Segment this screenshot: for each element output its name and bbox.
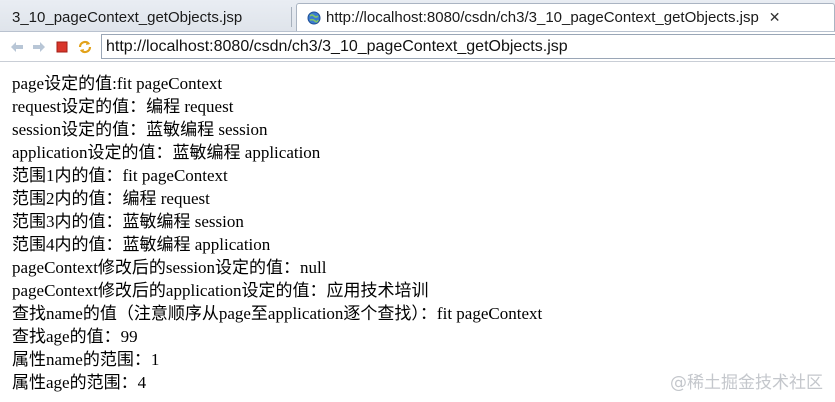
output-line: request设定的值：编程 request <box>12 97 234 116</box>
stop-icon[interactable] <box>53 38 71 56</box>
output-line: session设定的值：蓝敏编程 session <box>12 120 268 139</box>
tab-label: 3_10_pageContext_getObjects.jsp <box>12 8 243 26</box>
forward-arrow-icon[interactable] <box>30 38 48 56</box>
back-arrow-icon[interactable] <box>8 38 26 56</box>
output-line: 属性age的范围：4 <box>12 373 147 392</box>
close-icon[interactable]: ✕ <box>769 9 781 26</box>
tab-source-file[interactable]: 3_10_pageContext_getObjects.jsp <box>4 3 292 31</box>
output-line: pageContext修改后的session设定的值：null <box>12 258 327 277</box>
output-line: 范围3内的值：蓝敏编程 session <box>12 212 244 231</box>
tab-strip: 3_10_pageContext_getObjects.jsp http://l… <box>0 0 835 32</box>
globe-icon <box>307 11 321 24</box>
output-line: 查找age的值：99 <box>12 327 138 346</box>
watermark-text: @稀土掘金技术社区 <box>670 373 823 393</box>
tab-browser-page[interactable]: http://localhost:8080/csdn/ch3/3_10_page… <box>296 3 835 31</box>
browser-toolbar: http://localhost:8080/csdn/ch3/3_10_page… <box>0 32 835 62</box>
output-line: 范围1内的值：fit pageContext <box>12 166 228 185</box>
output-line: 范围4内的值：蓝敏编程 application <box>12 235 271 254</box>
page-content: page设定的值:fit pageContext request设定的值：编程 … <box>12 72 542 394</box>
output-line: page设定的值:fit pageContext <box>12 74 223 93</box>
output-line: 属性name的范围：1 <box>12 350 160 369</box>
output-line: application设定的值：蓝敏编程 application <box>12 143 321 162</box>
tab-label: http://localhost:8080/csdn/ch3/3_10_page… <box>326 9 759 26</box>
refresh-icon[interactable] <box>76 38 94 56</box>
address-bar-input[interactable]: http://localhost:8080/csdn/ch3/3_10_page… <box>101 34 835 59</box>
tab-separator <box>291 7 292 27</box>
output-line: 范围2内的值：编程 request <box>12 189 210 208</box>
output-line: 查找name的值（注意顺序从page至application逐个查找）：fit … <box>12 304 543 323</box>
output-line: pageContext修改后的application设定的值：应用技术培训 <box>12 281 429 300</box>
